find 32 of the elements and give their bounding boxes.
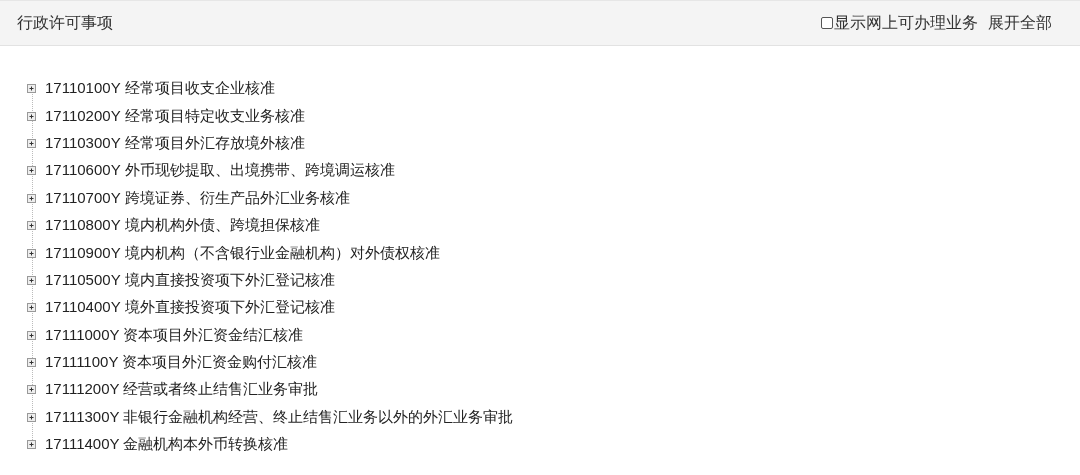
expand-icon[interactable] [27,412,36,422]
expand-icon[interactable] [27,111,36,121]
expand-icon[interactable] [27,275,36,285]
online-filter-checkbox[interactable]: 显示网上可办理业务 [821,12,978,34]
expand-icon[interactable] [27,358,36,368]
tree-item[interactable]: 17111400Y 金融机构本外币转换核准 [45,435,289,455]
tree-item[interactable]: 17111200Y 经营或者终止结售汇业务审批 [45,380,319,400]
tree-item[interactable]: 17111100Y 资本项目外汇资金购付汇核准 [45,353,318,373]
expand-icon[interactable] [27,248,36,258]
tree-item[interactable]: 17110200Y 经常项目特定收支业务核准 [45,106,305,126]
tree-item[interactable]: 17110600Y 外币现钞提取、出境携带、跨境调运核准 [45,161,395,181]
tree-item[interactable]: 17111300Y 非银行金融机构经营、终止结售汇业务以外的外汇业务审批 [45,407,514,427]
expand-icon[interactable] [27,166,36,176]
expand-icon[interactable] [27,193,36,203]
expand-all-link[interactable]: 展开全部 [988,12,1052,34]
tree-item[interactable]: 17111000Y 资本项目外汇资金结汇核准 [45,325,304,345]
expand-icon[interactable] [27,221,36,231]
expand-icon[interactable] [27,138,36,148]
checkbox-icon[interactable] [821,17,833,29]
tree-item[interactable]: 17110500Y 境内直接投资项下外汇登记核准 [45,270,335,290]
tree-item[interactable]: 17110300Y 经常项目外汇存放境外核准 [45,133,305,153]
expand-icon[interactable] [27,303,36,313]
section-title: 行政许可事项 [17,12,113,33]
tree-item[interactable]: 17110100Y 经常项目收支企业核准 [45,79,275,99]
tree-item[interactable]: 17110700Y 跨境证券、衍生产品外汇业务核准 [45,188,350,208]
tree-item[interactable]: 17110400Y 境外直接投资项下外汇登记核准 [45,298,335,318]
expand-icon[interactable] [27,330,36,340]
tree-item[interactable]: 17110800Y 境内机构外债、跨境担保核准 [45,216,320,236]
expand-icon[interactable] [27,440,36,450]
expand-icon[interactable] [27,385,36,395]
tree-item[interactable]: 17110900Y 境内机构（不含银行业金融机构）对外债权核准 [45,243,440,263]
expand-icon[interactable] [27,84,36,94]
